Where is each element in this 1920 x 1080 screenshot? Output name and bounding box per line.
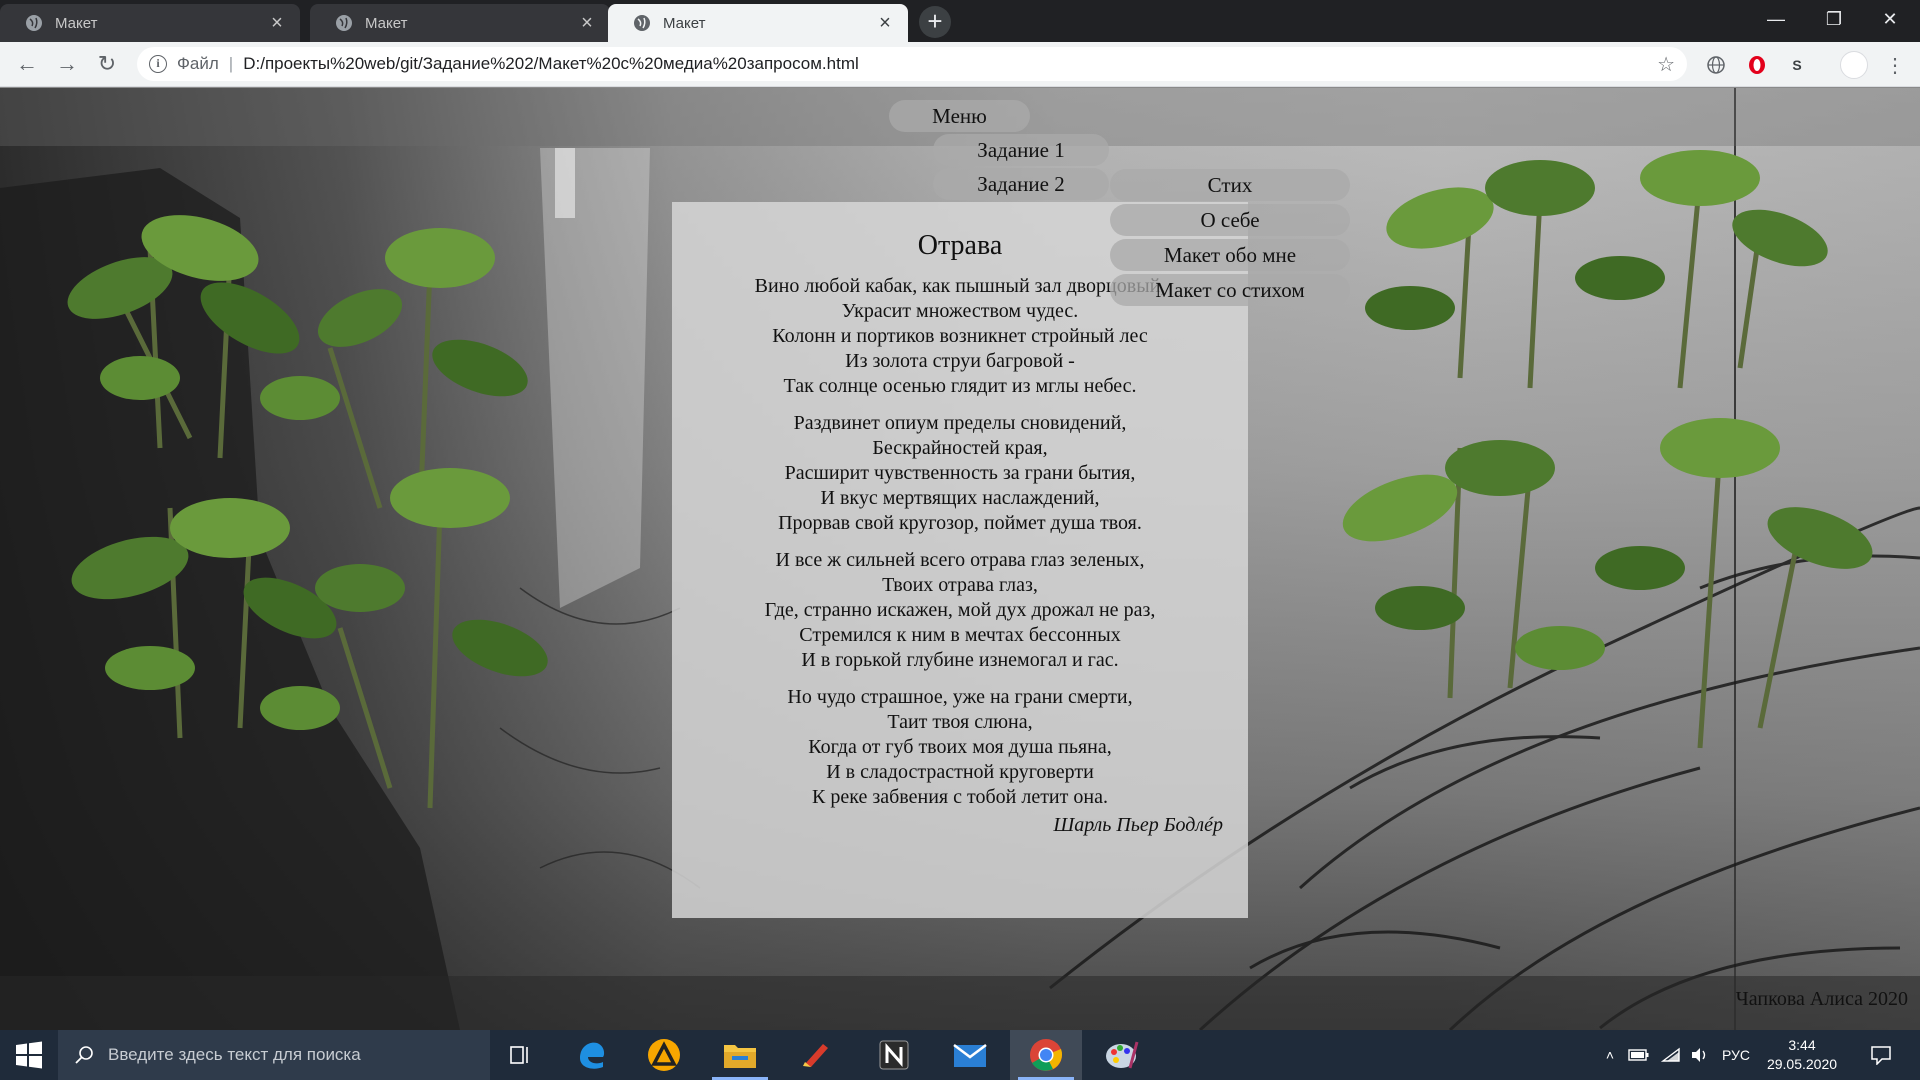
bookmark-star-icon[interactable]: ☆ [1657,52,1675,77]
tab-1[interactable]: Макет × [0,4,300,42]
poem-panel: Отрава Вино любой кабак, как пышный зал … [672,202,1248,918]
footer-band [0,976,1920,1030]
wifi-icon[interactable] [1657,1030,1685,1080]
avast-icon[interactable] [628,1030,700,1080]
poem-stanza-3: И все ж сильней всего отрава глаз зелены… [672,548,1248,673]
reload-icon[interactable]: ↻ [91,48,123,80]
paint-icon[interactable] [1086,1030,1158,1080]
poem-line: И все ж сильней всего отрава глаз зелены… [775,549,1145,571]
plant-cluster-right-bottom [1342,418,1873,749]
restore-button[interactable]: ❐ [1806,0,1862,38]
mail-icon[interactable] [934,1030,1006,1080]
submenu-item-layout-about[interactable]: Макет обо мне [1110,239,1350,271]
file-explorer-icon[interactable] [704,1030,776,1080]
tab-close-icon[interactable]: × [874,12,896,34]
poem-line: Расширит чувственность за грани бытия, [784,462,1136,484]
poem-line: И в горькой глубине изнемогал и гас. [801,649,1119,671]
globe-favicon-icon [335,14,353,32]
back-arrow-icon[interactable]: ← [11,48,43,80]
edge-icon[interactable] [556,1030,628,1080]
search-placeholder: Введите здесь текст для поиска [108,1045,361,1064]
clock-time: 3:44 [1788,1037,1816,1053]
globe-favicon-icon [633,14,651,32]
close-window-button[interactable]: ✕ [1862,0,1918,38]
poem-line: И вкус мертвящих наслаждений, [820,487,1100,509]
submenu-item-about[interactable]: О себе [1110,204,1350,236]
tab-title: Макет [663,14,706,32]
poem-stanza-4: Но чудо страшное, уже на грани смерти, Т… [672,685,1248,810]
s-icon[interactable]: S [1786,54,1808,76]
globe-icon[interactable] [1705,54,1727,76]
clock-date: 29.05.2020 [1766,1056,1838,1072]
poem-line: Где, странно искажен, мой дух дрожал не … [764,599,1156,621]
poem-line: Стремился к ним в мечтах бессонных [799,624,1121,646]
footer-copyright: Чапкова Алиса 2020 [1735,988,1908,1010]
poem-line: Так солнце осенью глядит из мглы небес. [783,375,1137,397]
notion-icon[interactable] [858,1030,930,1080]
submenu-item-layout-poem[interactable]: Макет со стихом [1110,274,1350,306]
poem-line: Раздвинет опиум пределы сновидений, [793,412,1127,434]
poem-line: Бескрайностей края, [872,437,1048,459]
taskbar-clock[interactable]: 3:44 29.05.2020 [1760,1036,1844,1074]
address-separator: | [228,54,234,73]
new-tab-button[interactable]: + [919,6,951,38]
tab-title: Макет [55,14,98,32]
poem-line: Прорвав свой кругозор, поймет душа твоя. [778,512,1142,534]
taskbar: Введите здесь текст для поиска ˄ РУС 3:4… [0,1030,1920,1080]
submenu-item-poem[interactable]: Стих [1110,169,1350,201]
poem-line: Из золота струи багровой - [845,350,1075,372]
web-page: Меню Задание 1 Задание 2 Отрава Вино люб… [0,88,1920,1030]
address-scheme: Файл [177,54,219,73]
menu-item-task-2[interactable]: Задание 2 [933,168,1109,200]
poem-line: Но чудо страшное, уже на грани смерти, [787,686,1133,708]
info-icon[interactable]: i [149,55,167,73]
poem-line: Колонн и портиков возникнет стройный лес [772,325,1148,347]
poem-stanza-2: Раздвинет опиум пределы сновидений, Беск… [672,411,1248,536]
windows-start-icon[interactable] [0,1030,58,1080]
chrome-icon[interactable] [1010,1030,1082,1080]
volume-icon[interactable] [1687,1030,1713,1080]
tab-3-active[interactable]: Макет × [608,4,908,42]
tab-close-icon[interactable]: × [576,12,598,34]
plant-cluster-right-top [1365,150,1828,389]
notification-icon[interactable] [1856,1030,1906,1080]
tab-title: Макет [365,14,408,32]
profile-avatar[interactable] [1840,51,1868,79]
language-indicator[interactable]: РУС [1716,1030,1756,1080]
tab-2[interactable]: Макет × [310,4,610,42]
taskbar-search-box[interactable]: Введите здесь текст для поиска [58,1030,490,1080]
tab-close-icon[interactable]: × [266,12,288,34]
poem-line: Твоих отрава глаз, [882,574,1038,596]
globe-favicon-icon [25,14,43,32]
poem-author: Шарль Пьер Бодлéр [1053,814,1223,836]
address-bar[interactable]: i Файл | D:/проекты%20web/git/Задание%20… [137,47,1687,81]
ccleaner-icon[interactable] [780,1030,852,1080]
poem-line: К реке забвения с тобой летит она. [812,786,1108,808]
menu-icon[interactable]: ⋮ [1884,54,1906,77]
search-icon [74,1045,94,1065]
tab-strip: Макет × Макет × Макет × + — ❐ ✕ [0,0,1920,42]
menu-button[interactable]: Меню [889,100,1030,132]
browser-toolbar: ← → ↻ i Файл | D:/проекты%20web/git/Зада… [0,42,1920,87]
poem-line: И в сладострастной круговерти [826,761,1094,783]
menu-item-task-1[interactable]: Задание 1 [933,134,1109,166]
poem-line: Когда от губ твоих моя душа пьяна, [808,736,1112,758]
task-view-icon[interactable] [484,1030,556,1080]
address-url: D:/проекты%20web/git/Задание%202/Макет%2… [243,54,859,73]
tray-chevron-up-icon[interactable]: ˄ [1600,1030,1620,1080]
minimize-button[interactable]: — [1748,0,1804,38]
opera-icon[interactable] [1746,54,1768,76]
forward-arrow-icon[interactable]: → [51,48,83,80]
battery-icon[interactable] [1625,1030,1653,1080]
poem-line: Таит твоя слюна, [887,711,1033,733]
